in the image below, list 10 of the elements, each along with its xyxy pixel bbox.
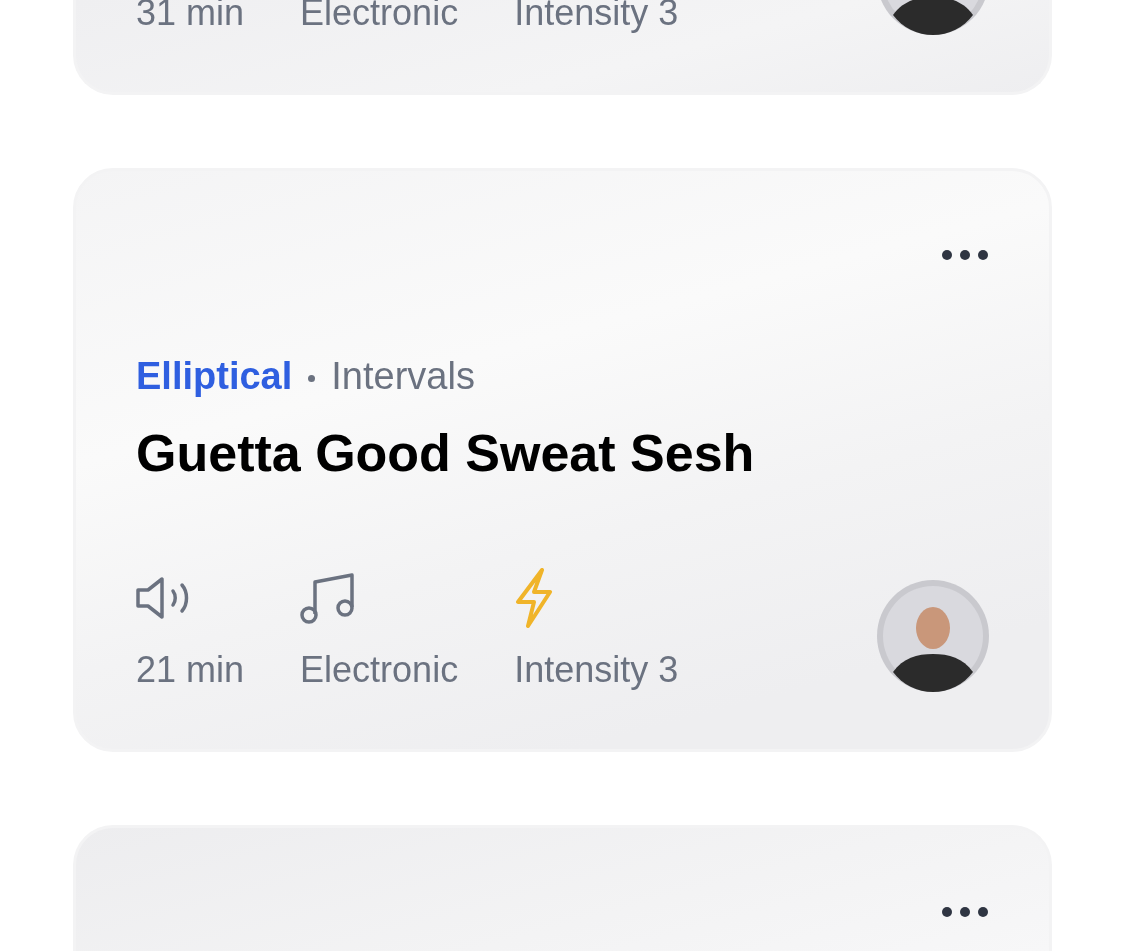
stat-label: Intensity 3	[514, 648, 679, 692]
more-options-icon[interactable]	[941, 249, 989, 261]
stat-label: 21 min	[136, 648, 245, 692]
workout-title: Guetta Good Sweat Sesh	[136, 423, 756, 483]
more-options-icon[interactable]	[941, 906, 989, 918]
category-label: Elliptical	[136, 354, 293, 399]
lightning-icon	[514, 567, 555, 628]
stat-label: Electronic	[300, 648, 459, 692]
workout-card[interactable]: Elliptical Intervals Guetta Good Sweat Sesh 21 min Electronic Intensity 3	[73, 168, 1052, 752]
workout-type: Intervals	[331, 354, 475, 399]
